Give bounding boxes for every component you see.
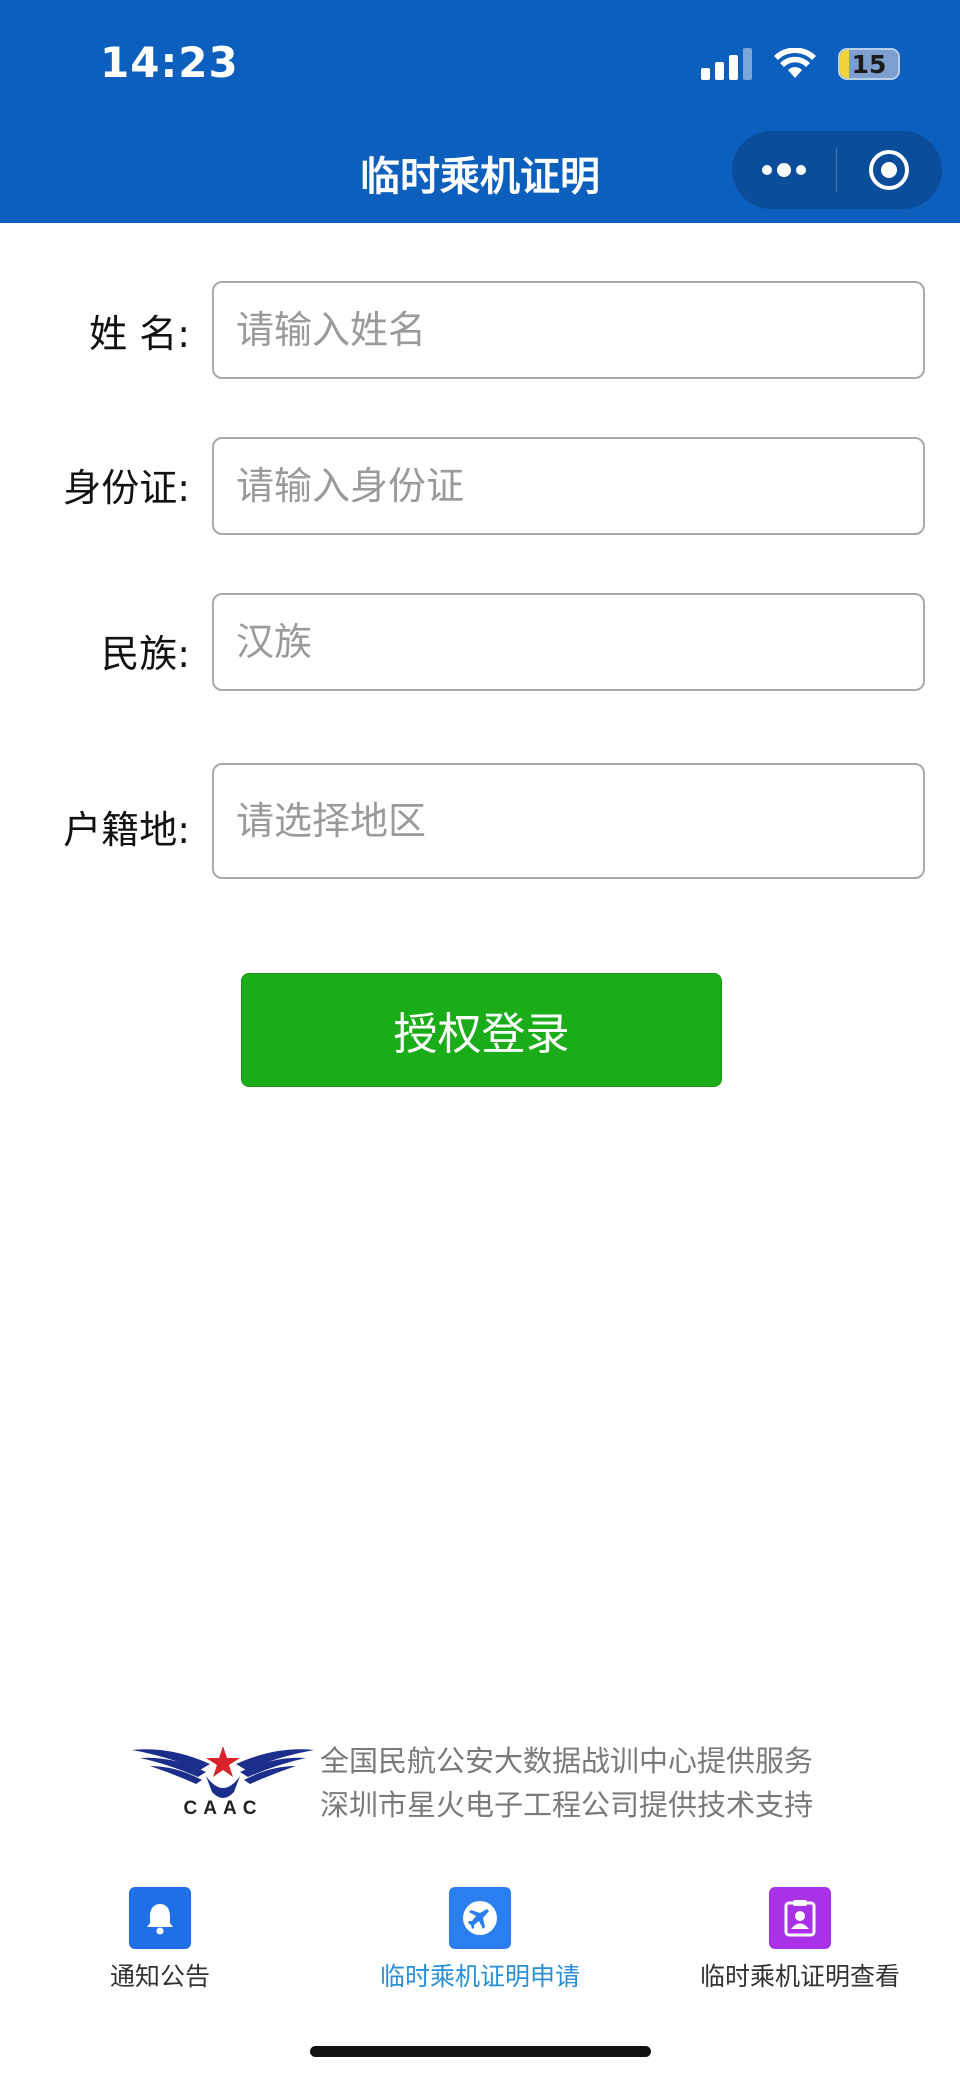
domicile-label: 户籍地:: [63, 808, 190, 852]
header-bar: 14:23 15 临时乘机证明: [0, 0, 960, 223]
home-indicator: [310, 2046, 651, 2057]
ethnicity-input[interactable]: [212, 593, 925, 691]
battery-icon: 15: [838, 48, 900, 80]
tech-support-credit-text: 深圳市星火电子工程公司提供技术支持: [320, 1788, 814, 1822]
close-button[interactable]: [837, 131, 941, 209]
status-icons: 15: [701, 44, 900, 84]
battery-level-text: 15: [851, 49, 887, 79]
footer-credits: CAAC 全国民航公安大数据战训中心提供服务 深圳市星火电子工程公司提供技术支持: [130, 1738, 850, 1838]
id-label: 身份证:: [63, 466, 190, 510]
tab-apply-certificate[interactable]: 临时乘机证明申请: [320, 1870, 640, 2000]
more-button[interactable]: [732, 131, 836, 209]
bottom-tab-bar: 通知公告 临时乘机证明申请 临时乘机证明查看: [0, 1870, 960, 2000]
service-credit-text: 全国民航公安大数据战训中心提供服务: [320, 1744, 814, 1778]
domicile-select[interactable]: [212, 763, 925, 879]
name-label: 姓 名:: [89, 312, 190, 356]
tab-apply-certificate-label: 临时乘机证明申请: [379, 1962, 580, 1991]
mini-program-capsule: [732, 131, 942, 209]
caac-logo-text: CAAC: [183, 1798, 263, 1819]
id-input[interactable]: [212, 437, 925, 535]
target-close-icon: [869, 150, 909, 190]
authorize-login-button[interactable]: 授权登录: [241, 973, 722, 1087]
tab-notices[interactable]: 通知公告: [0, 1870, 320, 2000]
id-badge-icon: [769, 1887, 831, 1949]
tab-notices-label: 通知公告: [109, 1962, 210, 1991]
tab-view-certificate[interactable]: 临时乘机证明查看: [640, 1870, 960, 2000]
bell-icon: [129, 1887, 191, 1949]
more-dots-icon: [762, 163, 806, 177]
name-input[interactable]: [212, 281, 925, 379]
tab-view-certificate-label: 临时乘机证明查看: [699, 1962, 900, 1991]
airplane-icon: [449, 1887, 511, 1949]
status-time: 14:23: [100, 38, 239, 87]
cellular-signal-icon: [701, 48, 752, 80]
wifi-icon: [774, 48, 816, 78]
ethnicity-label: 民族:: [101, 632, 190, 676]
